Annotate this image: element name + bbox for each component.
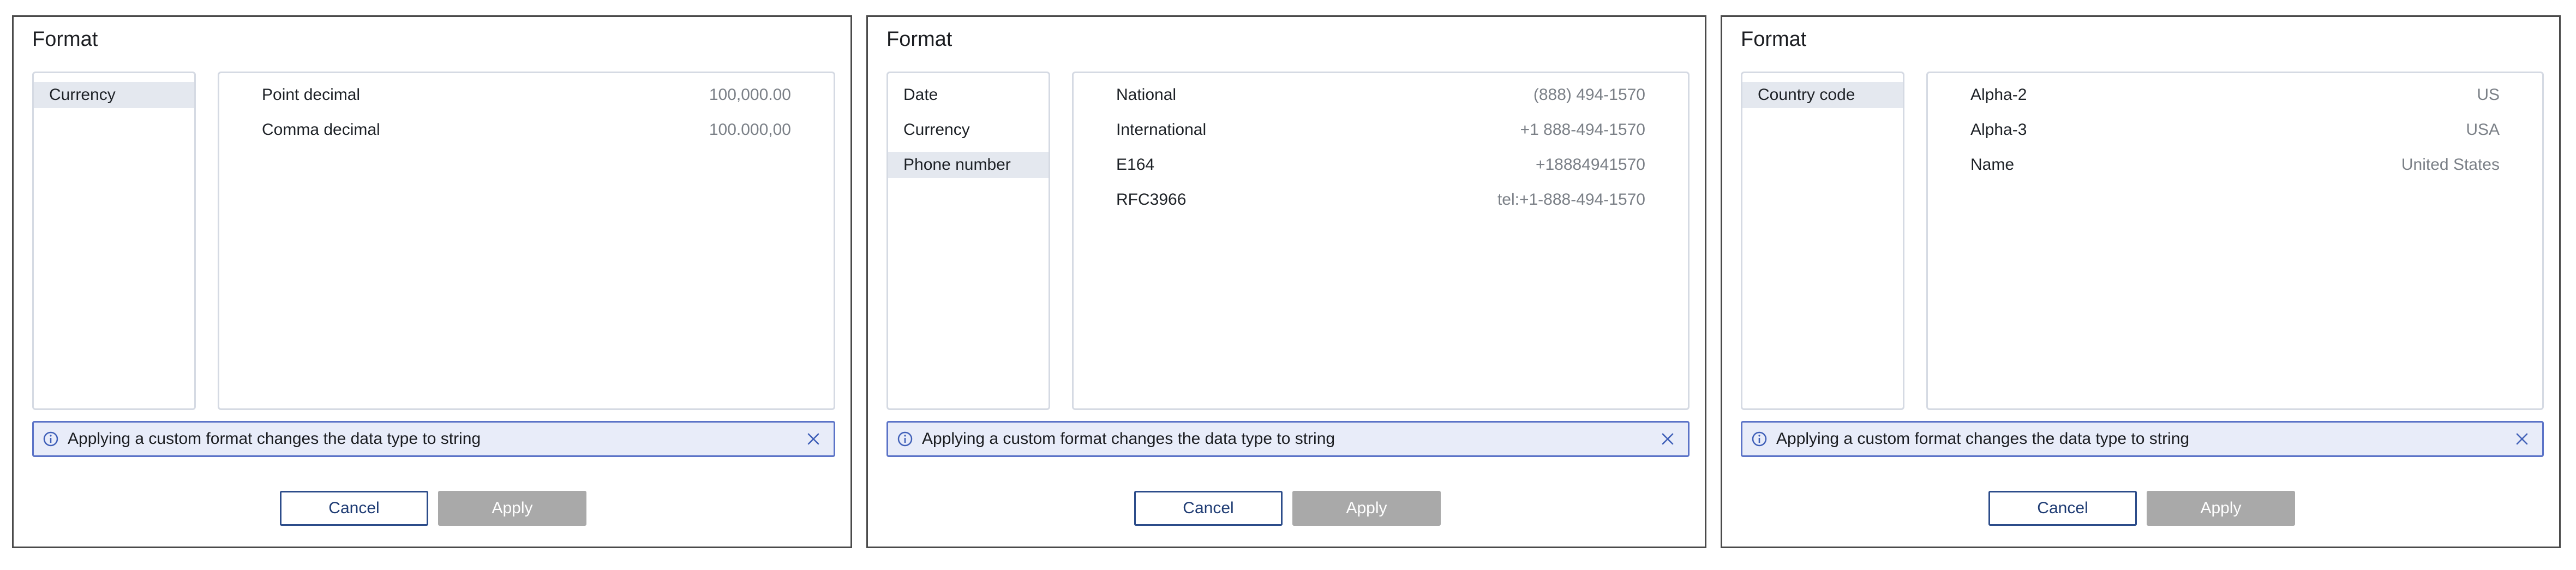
info-banner: Applying a custom format changes the dat… bbox=[32, 421, 835, 457]
cancel-button[interactable]: Cancel bbox=[280, 491, 428, 526]
info-text: Applying a custom format changes the dat… bbox=[922, 430, 1335, 448]
info-text: Applying a custom format changes the dat… bbox=[68, 430, 481, 448]
option-example: (888) 494-1570 bbox=[1533, 86, 1645, 104]
format-option-e164[interactable]: E164 +18884941570 bbox=[1074, 152, 1688, 178]
apply-button[interactable]: Apply bbox=[438, 491, 586, 526]
format-option-list: National (888) 494-1570 International +1… bbox=[1072, 72, 1690, 410]
dialog-title: Format bbox=[32, 28, 98, 51]
apply-button[interactable]: Apply bbox=[2147, 491, 2295, 526]
format-option-rfc3966[interactable]: RFC3966 tel:+1-888-494-1570 bbox=[1074, 187, 1688, 213]
category-item-phone-number[interactable]: Phone number bbox=[888, 152, 1049, 178]
format-option-comma-decimal[interactable]: Comma decimal 100.000,00 bbox=[219, 117, 834, 143]
format-option-name[interactable]: Name United States bbox=[1928, 152, 2542, 178]
info-text: Applying a custom format changes the dat… bbox=[1776, 430, 2190, 448]
info-banner: Applying a custom format changes the dat… bbox=[1741, 421, 2544, 457]
format-option-alpha-2[interactable]: Alpha-2 US bbox=[1928, 82, 2542, 108]
category-list: Country code bbox=[1741, 72, 1904, 410]
dialog-title: Format bbox=[1741, 28, 1807, 51]
format-dialog-currency: Format Currency Point decimal 100,000.00… bbox=[12, 15, 852, 548]
close-icon[interactable] bbox=[1658, 430, 1677, 448]
info-banner: Applying a custom format changes the dat… bbox=[886, 421, 1690, 457]
category-item-currency[interactable]: Currency bbox=[888, 117, 1049, 143]
category-list: Currency bbox=[32, 72, 196, 410]
category-list: Date Currency Phone number bbox=[886, 72, 1050, 410]
option-example: US bbox=[2477, 86, 2500, 104]
option-example: USA bbox=[2466, 121, 2500, 139]
option-example: 100.000,00 bbox=[709, 121, 791, 139]
option-label: Alpha-2 bbox=[1970, 86, 2027, 104]
option-label: E164 bbox=[1116, 156, 1155, 174]
option-label: Comma decimal bbox=[262, 121, 380, 139]
info-circle-icon bbox=[897, 431, 913, 447]
close-icon[interactable] bbox=[2513, 430, 2531, 448]
format-option-national[interactable]: National (888) 494-1570 bbox=[1074, 82, 1688, 108]
category-item-country-code[interactable]: Country code bbox=[1742, 82, 1903, 108]
option-example: +1 888-494-1570 bbox=[1520, 121, 1645, 139]
format-option-alpha-3[interactable]: Alpha-3 USA bbox=[1928, 117, 2542, 143]
option-example: United States bbox=[2401, 156, 2500, 174]
format-option-list: Alpha-2 US Alpha-3 USA Name United State… bbox=[1926, 72, 2544, 410]
option-label: International bbox=[1116, 121, 1207, 139]
close-icon[interactable] bbox=[804, 430, 823, 448]
cancel-button[interactable]: Cancel bbox=[1134, 491, 1283, 526]
category-item-currency[interactable]: Currency bbox=[34, 82, 194, 108]
option-label: Point decimal bbox=[262, 86, 361, 104]
format-option-list: Point decimal 100,000.00 Comma decimal 1… bbox=[218, 72, 835, 410]
option-label: Name bbox=[1970, 156, 2015, 174]
format-option-international[interactable]: International +1 888-494-1570 bbox=[1074, 117, 1688, 143]
option-label: RFC3966 bbox=[1116, 191, 1187, 209]
option-example: +18884941570 bbox=[1535, 156, 1645, 174]
format-dialog-country-code: Format Country code Alpha-2 US Alpha-3 U… bbox=[1721, 15, 2561, 548]
cancel-button[interactable]: Cancel bbox=[1988, 491, 2137, 526]
info-circle-icon bbox=[43, 431, 59, 447]
dialog-title: Format bbox=[886, 28, 952, 51]
option-example: tel:+1-888-494-1570 bbox=[1497, 191, 1645, 209]
apply-button[interactable]: Apply bbox=[1292, 491, 1441, 526]
option-example: 100,000.00 bbox=[709, 86, 791, 104]
format-option-point-decimal[interactable]: Point decimal 100,000.00 bbox=[219, 82, 834, 108]
info-circle-icon bbox=[1751, 431, 1768, 447]
category-item-date[interactable]: Date bbox=[888, 82, 1049, 108]
option-label: Alpha-3 bbox=[1970, 121, 2027, 139]
option-label: National bbox=[1116, 86, 1177, 104]
format-dialog-phone-number: Format Date Currency Phone number Nation… bbox=[866, 15, 1706, 548]
